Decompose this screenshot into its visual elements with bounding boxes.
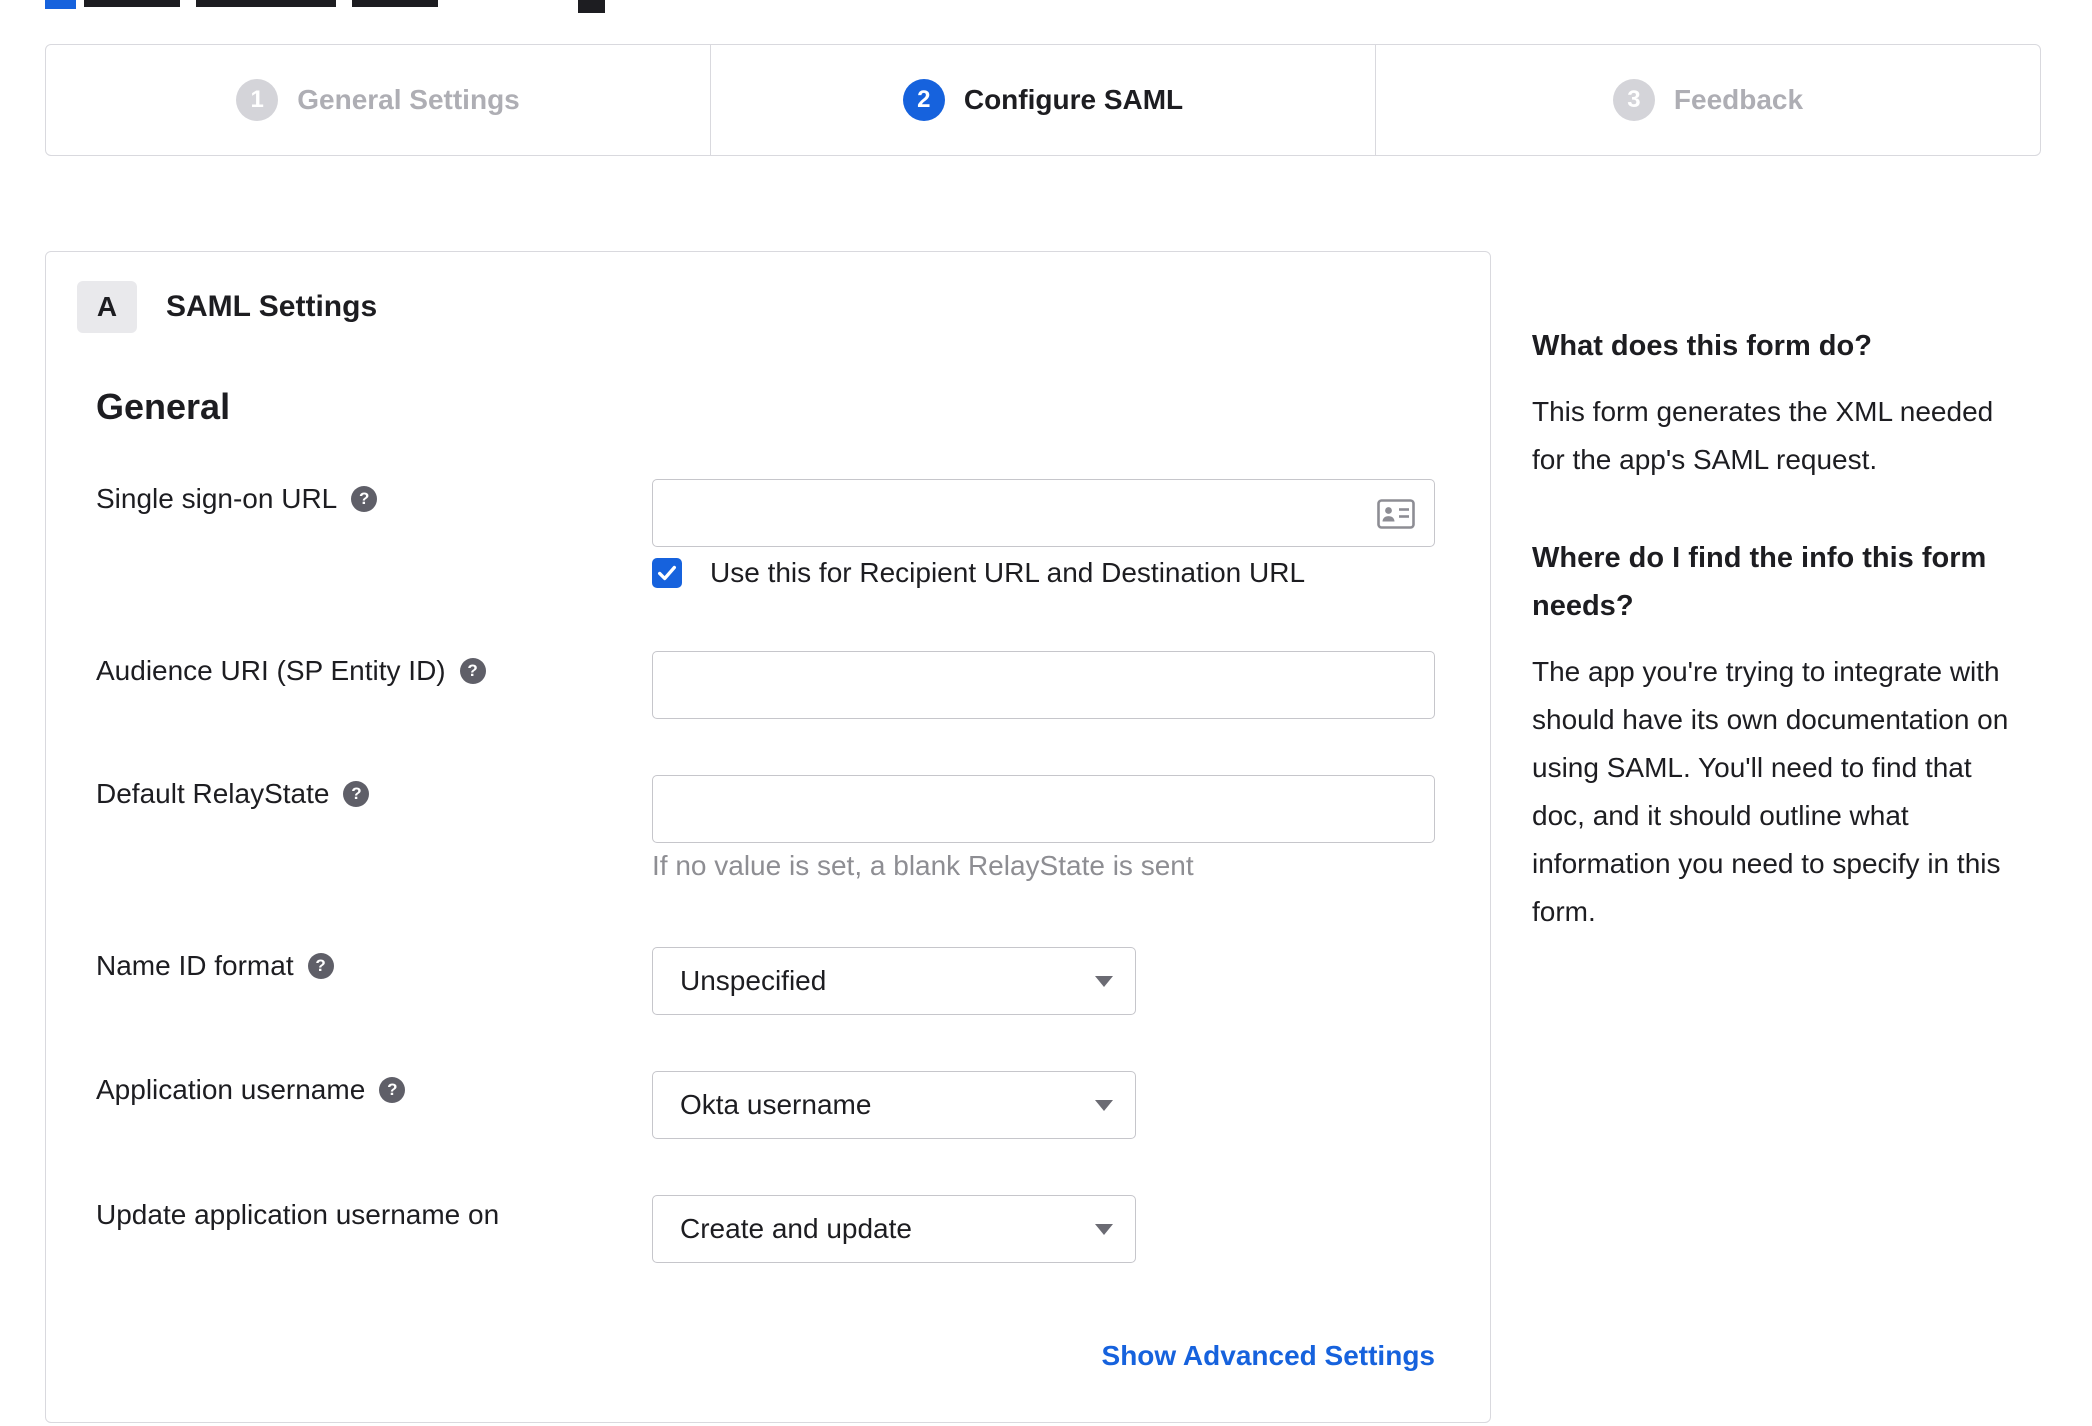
clipped-logo-fragment bbox=[45, 0, 76, 9]
sidebar-heading-what: What does this form do? bbox=[1532, 330, 1872, 362]
clipped-header-fragment bbox=[352, 0, 438, 7]
recipient-url-checkbox-row: Use this for Recipient URL and Destinati… bbox=[652, 557, 1305, 589]
relay-state-helper-text: If no value is set, a blank RelayState i… bbox=[652, 850, 1194, 881]
recipient-url-checkbox[interactable] bbox=[652, 558, 682, 588]
name-id-format-label-text: Name ID format bbox=[96, 950, 294, 981]
name-id-format-select[interactable]: Unspecified bbox=[652, 947, 1136, 1015]
app-username-label-text: Application username bbox=[96, 1074, 366, 1105]
section-a-badge: A bbox=[77, 281, 137, 333]
audience-uri-label: Audience URI (SP Entity ID) ? bbox=[96, 654, 486, 688]
update-username-select[interactable]: Create and update bbox=[652, 1195, 1136, 1263]
relay-state-input[interactable] bbox=[652, 775, 1435, 843]
clipped-header-fragment bbox=[84, 0, 180, 7]
app-username-label: Application username ? bbox=[96, 1073, 406, 1107]
app-username-select[interactable]: Okta username bbox=[652, 1071, 1136, 1139]
relay-state-label: Default RelayState ? bbox=[96, 777, 370, 811]
audience-uri-help-icon[interactable]: ? bbox=[459, 658, 486, 684]
step-2-label: Configure SAML bbox=[963, 84, 1184, 115]
sidebar-body-what: This form generates the XML needed for t… bbox=[1532, 396, 1994, 475]
relay-state-label-text: Default RelayState bbox=[96, 778, 330, 809]
update-username-value: Create and update bbox=[680, 1213, 912, 1244]
sso-url-help-icon[interactable]: ? bbox=[351, 486, 378, 512]
step-3-circle: 3 bbox=[1612, 79, 1655, 121]
sso-url-input-wrap bbox=[652, 479, 1435, 547]
sidebar-heading-where: Where do I find the info this form needs… bbox=[1532, 542, 1987, 622]
recipient-url-checkbox-label: Use this for Recipient URL and Destinati… bbox=[710, 557, 1306, 588]
sso-url-label: Single sign-on URL ? bbox=[96, 482, 378, 516]
name-id-format-value: Unspecified bbox=[680, 965, 827, 996]
chevron-down-icon bbox=[1095, 976, 1113, 987]
help-sidebar: What does this form do? This form genera… bbox=[1532, 322, 2037, 986]
chevron-down-icon bbox=[1095, 1100, 1113, 1111]
show-advanced-settings-link[interactable]: Show Advanced Settings bbox=[652, 1340, 1435, 1372]
audience-uri-label-text: Audience URI (SP Entity ID) bbox=[96, 655, 446, 686]
step-3-label: Feedback bbox=[1673, 84, 1804, 115]
sso-url-input[interactable] bbox=[652, 479, 1435, 547]
group-title-general: General bbox=[96, 386, 231, 427]
clipped-header-fragment bbox=[196, 0, 336, 7]
section-title: SAML Settings bbox=[166, 290, 378, 323]
step-1-label: General Settings bbox=[297, 84, 520, 115]
relay-state-help-icon[interactable]: ? bbox=[343, 781, 370, 807]
update-username-label: Update application username on bbox=[96, 1198, 499, 1232]
step-1-circle: 1 bbox=[236, 79, 279, 121]
app-username-value: Okta username bbox=[680, 1089, 872, 1120]
audience-uri-input[interactable] bbox=[652, 651, 1435, 719]
step-2-circle: 2 bbox=[902, 79, 945, 121]
name-id-format-label: Name ID format ? bbox=[96, 949, 334, 983]
wizard-stepper: 1 General Settings 2 Configure SAML 3 Fe… bbox=[45, 44, 2041, 156]
sidebar-body-where: The app you're trying to integrate with … bbox=[1532, 656, 2009, 927]
clipped-header-icon-fragment bbox=[578, 0, 605, 13]
name-id-format-help-icon[interactable]: ? bbox=[307, 953, 334, 979]
app-username-help-icon[interactable]: ? bbox=[379, 1077, 406, 1103]
saml-settings-panel: A SAML Settings General Single sign-on U… bbox=[45, 251, 1491, 1423]
step-configure-saml[interactable]: 2 Configure SAML bbox=[710, 45, 1375, 155]
step-feedback[interactable]: 3 Feedback bbox=[1375, 45, 2040, 155]
update-username-label-text: Update application username on bbox=[96, 1199, 500, 1230]
sso-url-label-text: Single sign-on URL bbox=[96, 483, 338, 514]
step-general-settings[interactable]: 1 General Settings bbox=[46, 45, 710, 155]
chevron-down-icon bbox=[1095, 1224, 1113, 1235]
